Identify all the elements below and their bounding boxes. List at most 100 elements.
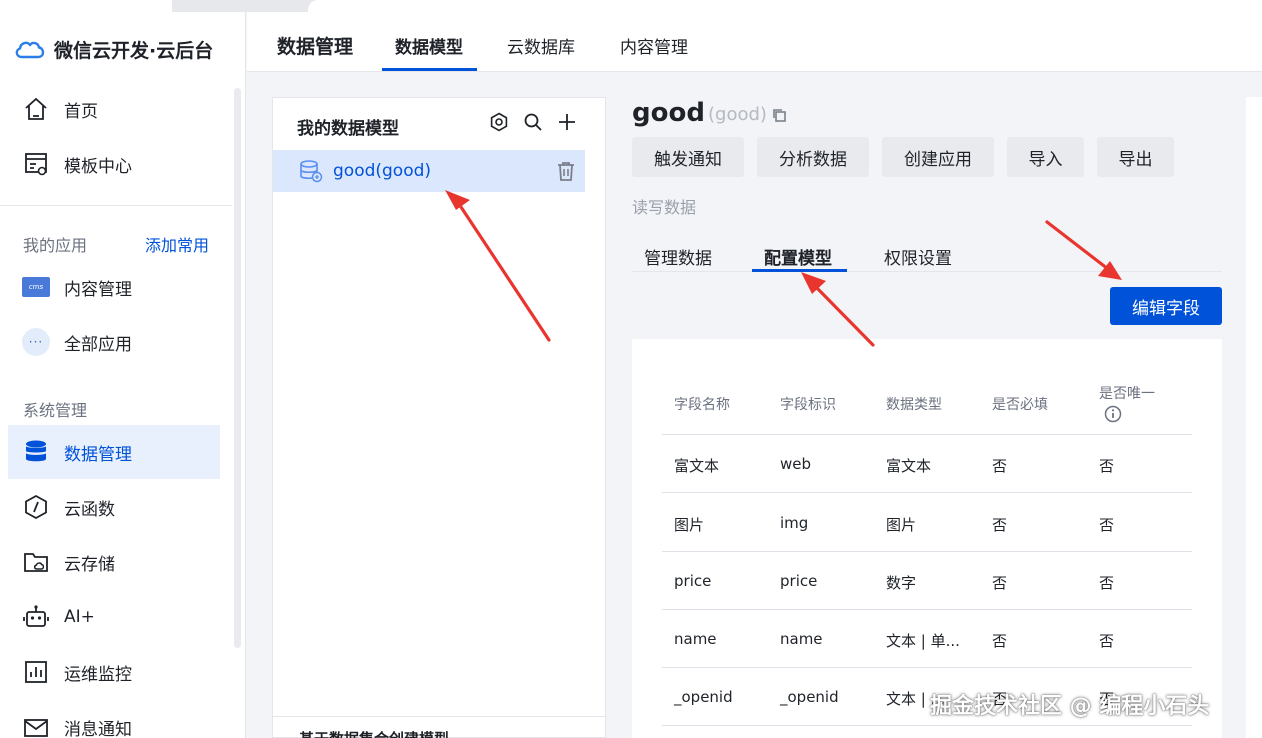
cell-data-type: 图片: [886, 516, 917, 534]
my-apps-label: 我的应用: [23, 236, 88, 255]
storage-folder-icon: [24, 553, 48, 572]
table-header: 字段名称 字段标识 数据类型 是否必填 是否唯一: [662, 339, 1192, 435]
subtab-permissions[interactable]: 权限设置: [884, 244, 952, 269]
browser-tab-strip: [0, 0, 1262, 12]
export-button[interactable]: 导出: [1097, 137, 1174, 177]
model-list-panel: 我的数据模型 good(good) 基于数据集合创建模型: [272, 97, 607, 738]
template-icon: [25, 153, 47, 176]
sidebar-scrollbar[interactable]: [234, 88, 241, 648]
table-row[interactable]: 富文本 web 富文本 否 否: [662, 435, 1192, 493]
cell-data-type: 富文本: [886, 457, 932, 475]
add-icon[interactable]: [557, 112, 577, 132]
analyze-data-button[interactable]: 分析数据: [757, 137, 869, 177]
cloud-logo-icon: [15, 41, 45, 59]
page-title: 数据管理: [277, 36, 354, 58]
sidebar-item-cms[interactable]: cms 内容管理: [8, 260, 220, 314]
header-required: 是否必填: [992, 397, 1048, 413]
arrow-to-configure-tab: [801, 272, 875, 347]
create-from-collection-link[interactable]: 基于数据集合创建模型: [299, 728, 449, 738]
active-subtab-indicator: [752, 269, 847, 272]
add-common-link[interactable]: 添加常用: [145, 232, 209, 256]
model-identifier: (good): [708, 104, 787, 125]
settings-icon[interactable]: [489, 112, 509, 132]
info-icon[interactable]: [1104, 405, 1122, 423]
cell-data-type: 数字: [886, 574, 917, 592]
watermark: 掘金技术社区 @ 编程小石头: [930, 694, 1210, 719]
table-row[interactable]: price price 数字 否 否: [662, 552, 1192, 610]
sidebar-item-templates[interactable]: 模板中心: [8, 137, 220, 191]
model-panel-divider: [273, 716, 607, 717]
table-row[interactable]: name name 文本 | 单... 否 否: [662, 610, 1192, 668]
cell-field-name: name: [674, 630, 717, 648]
header-data-type: 数据类型: [886, 397, 942, 413]
sidebar-item-cloud-storage[interactable]: 云存储: [8, 535, 220, 589]
sidebar-item-messages[interactable]: 消息通知: [8, 700, 220, 738]
robot-icon: [23, 605, 49, 627]
sidebar-item-monitoring[interactable]: 运维监控: [8, 645, 220, 699]
sidebar-item-label: 运维监控: [64, 664, 132, 685]
header-unique-label: 是否唯一: [1099, 386, 1155, 402]
sidebar-item-all-apps[interactable]: ··· 全部应用: [8, 315, 220, 369]
cell-unique: 否: [1099, 574, 1115, 592]
sidebar-item-label: AI+: [64, 607, 95, 627]
trigger-notification-button[interactable]: 触发通知: [632, 137, 744, 177]
more-dots-icon: ···: [22, 328, 50, 356]
cell-field-name: price: [674, 572, 712, 590]
header-field-id: 字段标识: [780, 397, 836, 413]
function-icon: [25, 494, 47, 520]
subtab-configure-model[interactable]: 配置模型: [764, 244, 832, 269]
copy-icon[interactable]: [771, 107, 787, 123]
sidebar-item-label: 云存储: [64, 554, 115, 575]
cell-unique: 否: [1099, 457, 1115, 475]
sidebar-item-home[interactable]: 首页: [8, 82, 220, 136]
top-nav: 数据管理 数据模型 云数据库 内容管理: [247, 12, 1262, 72]
tab-data-model[interactable]: 数据模型: [395, 33, 463, 58]
tab-content-management[interactable]: 内容管理: [620, 33, 688, 58]
model-item-label: good(good): [333, 161, 432, 181]
sidebar-divider: [0, 205, 232, 206]
sidebar-item-ai[interactable]: AI+: [8, 590, 220, 644]
chart-monitor-icon: [25, 661, 47, 683]
home-icon: [25, 97, 47, 120]
message-icon: [24, 719, 48, 737]
cms-icon: cms: [22, 277, 50, 297]
sidebar-item-label: 数据管理: [64, 444, 132, 465]
cell-unique: 否: [1099, 632, 1115, 650]
cell-field-name: 图片: [674, 516, 705, 534]
brand[interactable]: 微信云开发·云后台: [14, 34, 213, 64]
browser-tab[interactable]: [308, 0, 1262, 12]
tab-cloud-database[interactable]: 云数据库: [507, 33, 575, 58]
sidebar-item-cloud-function[interactable]: 云函数: [8, 480, 220, 534]
edit-fields-button[interactable]: 编辑字段: [1110, 287, 1222, 325]
trash-icon[interactable]: [555, 160, 577, 182]
sidebar: 微信云开发·云后台 首页 模板中心 我的应用 添加常用 cms 内容管理 ···…: [0, 12, 246, 738]
import-button[interactable]: 导入: [1007, 137, 1084, 177]
sidebar-item-label: 首页: [64, 101, 98, 122]
cell-field-id: web: [780, 455, 812, 473]
table-row[interactable]: 图片 img 图片 否 否: [662, 494, 1192, 552]
browser-tab[interactable]: [0, 0, 172, 12]
model-list-item[interactable]: good(good): [273, 150, 585, 192]
database-icon: [26, 440, 46, 462]
create-app-button[interactable]: 创建应用: [882, 137, 994, 177]
sidebar-item-data-management[interactable]: 数据管理: [8, 425, 220, 479]
cell-required: 否: [992, 457, 1008, 475]
brand-title: 微信云开发·云后台: [54, 39, 214, 62]
data-model-icon: [300, 160, 323, 183]
header-unique: 是否唯一: [1099, 383, 1155, 427]
cell-field-id: price: [780, 572, 818, 590]
header-field-name: 字段名称: [674, 397, 730, 413]
model-name: good: [632, 98, 705, 128]
model-list-header: 我的数据模型: [297, 119, 399, 139]
cell-data-type: 文本 | 单...: [886, 632, 960, 650]
fields-table: 字段名称 字段标识 数据类型 是否必填 是否唯一 富文本 web 富文本 否 否…: [632, 339, 1222, 738]
cell-required: 否: [992, 574, 1008, 592]
cell-field-id: _openid: [780, 688, 839, 706]
active-tab-indicator: [382, 68, 477, 71]
subtab-manage-data[interactable]: 管理数据: [644, 244, 712, 269]
sidebar-item-label: 全部应用: [64, 334, 132, 355]
model-identifier-text: (good): [708, 104, 767, 125]
right-panel-edge: [1246, 97, 1262, 738]
cell-field-id: name: [780, 630, 823, 648]
search-icon[interactable]: [523, 112, 543, 132]
